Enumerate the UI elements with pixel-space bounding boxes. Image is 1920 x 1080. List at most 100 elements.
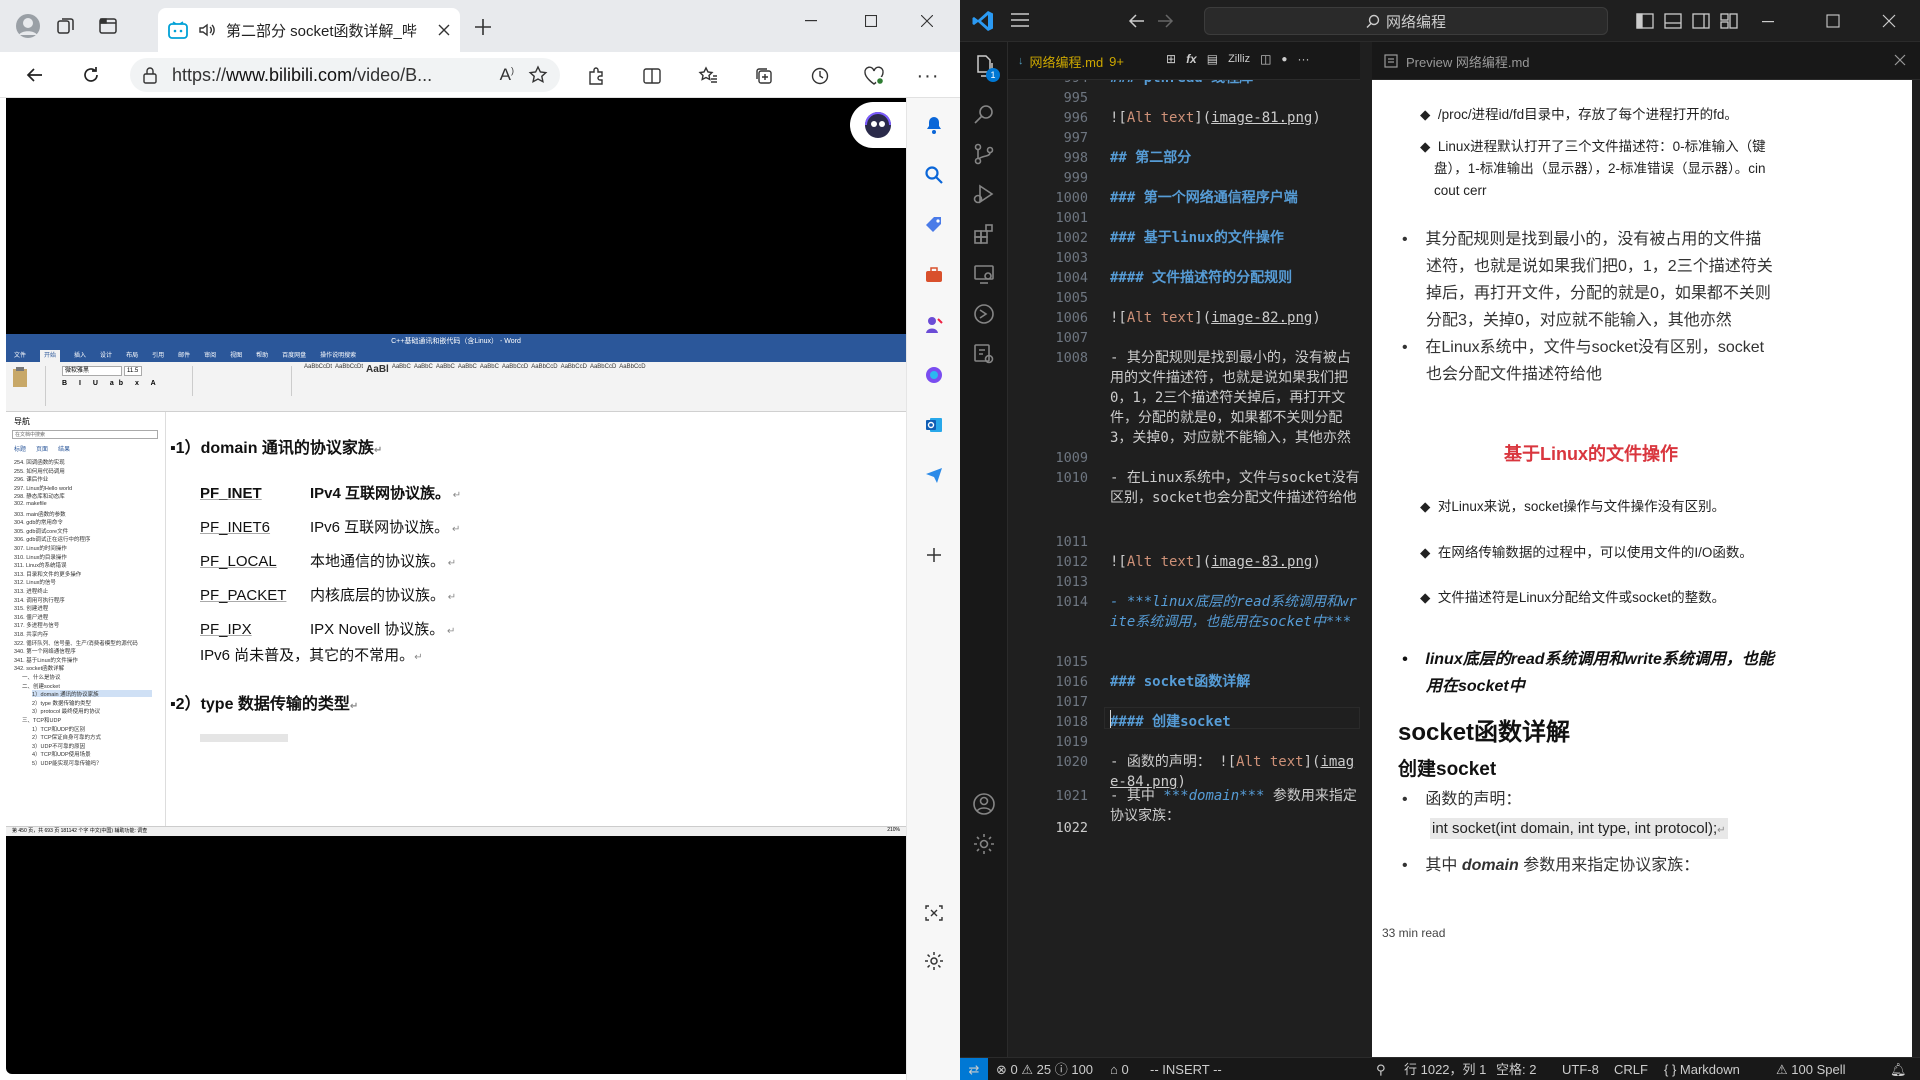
remote-explorer-icon[interactable] bbox=[970, 260, 998, 288]
line-number: 995 bbox=[1063, 90, 1088, 106]
hamburger-menu-icon[interactable] bbox=[1010, 12, 1032, 30]
accounts-icon[interactable] bbox=[970, 790, 998, 818]
editor-tab-label: 网络编程.md bbox=[1029, 54, 1104, 70]
spell-check[interactable]: ⚠ 100 Spell bbox=[1776, 1058, 1846, 1080]
sidebar-settings-icon[interactable] bbox=[921, 948, 947, 974]
new-tab-icon[interactable] bbox=[472, 16, 494, 38]
zilliz-label[interactable]: Zilliz bbox=[1228, 53, 1250, 65]
tab-actions-icon[interactable] bbox=[94, 12, 122, 40]
address-bar[interactable]: https://www.bilibili.com/video/B... A) bbox=[130, 58, 560, 92]
outline-icon[interactable]: ⊞ bbox=[1166, 52, 1176, 66]
markdown-editor[interactable]: 994 ### pthread 线程库 995 996 ![Alt text](imag… bbox=[1008, 80, 1360, 1057]
function-icon[interactable]: fx bbox=[1186, 52, 1197, 66]
preview-tab[interactable]: Preview 网络编程.md bbox=[1384, 42, 1530, 80]
collections-icon[interactable] bbox=[752, 64, 776, 88]
encoding[interactable]: UTF-8 bbox=[1562, 1058, 1599, 1080]
unsaved-dot-icon[interactable]: ● bbox=[1281, 54, 1287, 65]
split-screen-icon[interactable] bbox=[640, 64, 664, 88]
timeline-icon[interactable] bbox=[970, 300, 998, 328]
preview-italic-item: • linux底层的read系统调用和write系统调用，也能用在socket中 bbox=[1402, 651, 1774, 695]
preview-tab-label: Preview 网络编程.md bbox=[1406, 54, 1530, 70]
send-icon[interactable] bbox=[921, 462, 947, 488]
preview-bullet: ◆ Linux进程默认打开了三个文件描述符：0-标准输入（键盘），1-标准输出（… bbox=[1420, 139, 1766, 198]
games-icon[interactable] bbox=[921, 312, 947, 338]
problems-indicator[interactable]: ⊗ 0 ⚠ 25 ⓘ 100 bbox=[996, 1058, 1093, 1080]
back-icon[interactable] bbox=[22, 62, 48, 88]
sync-icon[interactable]: ⚲ bbox=[1376, 1058, 1386, 1080]
read-aloud-icon[interactable]: A) bbox=[500, 65, 514, 85]
cursor-position[interactable]: 行 1022，列 1 bbox=[1404, 1058, 1486, 1080]
nav-forward-icon[interactable] bbox=[1156, 12, 1174, 30]
search-icon[interactable] bbox=[921, 162, 947, 188]
nav-back-icon[interactable] bbox=[1128, 12, 1146, 30]
toggle-secondary-sidebar-icon[interactable] bbox=[1692, 12, 1710, 30]
customize-layout-icon[interactable] bbox=[1720, 12, 1738, 30]
minimize-icon[interactable] bbox=[796, 8, 826, 34]
favorite-star-icon[interactable] bbox=[528, 65, 548, 85]
remote-indicator-icon[interactable]: ⇄ bbox=[960, 1058, 988, 1080]
extensions-view-icon[interactable] bbox=[970, 220, 998, 248]
line-endings[interactable]: CRLF bbox=[1614, 1058, 1648, 1080]
toggle-sidebar-icon[interactable] bbox=[1636, 12, 1654, 30]
maximize-icon[interactable] bbox=[856, 8, 886, 34]
preview-list-item: • 其中 domain 参数用来指定协议家族： bbox=[1402, 857, 1700, 874]
search-icon bbox=[1366, 14, 1380, 28]
line-number: 997 bbox=[1063, 130, 1088, 146]
vscode-minimize-icon[interactable] bbox=[1762, 14, 1776, 28]
screenshot-icon[interactable] bbox=[921, 900, 947, 926]
command-center-search[interactable]: 网络编程 bbox=[1204, 7, 1608, 35]
word-title-bar: C++基础通讯和嵌代码（含Linux） - Word bbox=[6, 334, 906, 350]
video-player[interactable]: C++基础通讯和嵌代码（含Linux） - Word 文件 开始 插入 设计 布… bbox=[6, 98, 906, 1074]
more-menu-icon[interactable]: ··· bbox=[916, 64, 940, 88]
ports-indicator[interactable]: ⌂ 0 bbox=[1110, 1058, 1129, 1080]
nav-item: 4）TCP和UDP使用场景 bbox=[32, 752, 91, 759]
search-view-icon[interactable] bbox=[970, 100, 998, 128]
profile-avatar[interactable] bbox=[14, 12, 42, 40]
vscode-maximize-icon[interactable] bbox=[1826, 14, 1840, 28]
extensions-icon[interactable] bbox=[584, 64, 608, 88]
toggle-panel-icon[interactable] bbox=[1664, 12, 1682, 30]
notifications-bell-icon[interactable]: 🔔︎ bbox=[1890, 1058, 1907, 1080]
add-sidebar-icon[interactable] bbox=[921, 542, 947, 568]
test-flask-icon[interactable] bbox=[970, 340, 998, 368]
lock-icon[interactable] bbox=[142, 66, 158, 84]
speaker-icon[interactable] bbox=[198, 21, 216, 39]
preview-list-item: • 函数的声明： bbox=[1402, 791, 1522, 808]
word-tab: 操作说明搜索 bbox=[320, 353, 357, 359]
source-control-icon[interactable] bbox=[970, 140, 998, 168]
bell-icon[interactable] bbox=[921, 112, 947, 138]
editor-tab-markdown[interactable]: ↓ 网络编程.md 9+ bbox=[1018, 42, 1124, 80]
edge-tab-bar: 第二部分 socket函数详解_哔 bbox=[0, 0, 960, 52]
shopping-tag-icon[interactable] bbox=[921, 212, 947, 238]
preview-bullet: ◆ /proc/进程id/fd目录中，存放了每个进程打开的fd。 bbox=[1420, 107, 1738, 122]
preview-icon bbox=[1384, 54, 1398, 68]
vscode-close-icon[interactable] bbox=[1882, 14, 1896, 28]
outlook-icon[interactable] bbox=[921, 412, 947, 438]
close-preview-icon[interactable] bbox=[1894, 54, 1906, 66]
search-text: 网络编程 bbox=[1385, 13, 1446, 31]
nav-item: 三、TCP和UDP bbox=[22, 718, 62, 724]
copilot-floating-button[interactable] bbox=[850, 102, 906, 148]
url-text[interactable]: https://www.bilibili.com/video/B... bbox=[172, 65, 486, 86]
run-debug-icon[interactable] bbox=[970, 180, 998, 208]
browser-essentials-icon[interactable] bbox=[862, 64, 886, 88]
close-tab-icon[interactable] bbox=[438, 24, 450, 36]
language-mode[interactable]: { } Markdown bbox=[1664, 1058, 1740, 1080]
nav-item: 298. 静态库和动态库 bbox=[14, 494, 65, 501]
table-icon[interactable]: ▤ bbox=[1207, 52, 1218, 66]
split-editor-icon[interactable]: ◫ bbox=[1260, 52, 1271, 66]
indentation[interactable]: 空格: 2 bbox=[1496, 1058, 1536, 1080]
tools-briefcase-icon[interactable] bbox=[921, 262, 947, 288]
active-tab[interactable]: 第二部分 socket函数详解_哔 bbox=[158, 8, 460, 52]
more-actions-icon[interactable]: ··· bbox=[1297, 52, 1309, 66]
manage-gear-icon[interactable] bbox=[970, 830, 998, 858]
word-tab: 开始 bbox=[40, 350, 61, 362]
protocol-row: PF_PACKET 内核底层的协议族。 ↵ bbox=[200, 587, 457, 604]
explorer-icon[interactable]: 1 bbox=[970, 52, 1000, 82]
refresh-icon[interactable] bbox=[78, 62, 104, 88]
copilot-icon[interactable] bbox=[921, 362, 947, 388]
close-window-icon[interactable] bbox=[912, 8, 942, 34]
history-icon[interactable] bbox=[808, 64, 832, 88]
workspaces-icon[interactable] bbox=[52, 12, 80, 40]
favorites-icon[interactable] bbox=[696, 64, 720, 88]
